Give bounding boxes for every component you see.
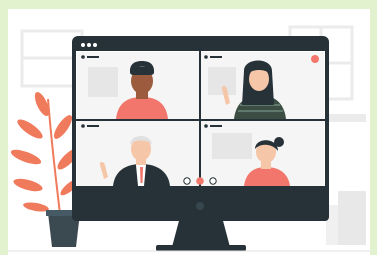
plant-leaves bbox=[10, 92, 80, 212]
record-indicator bbox=[311, 55, 319, 63]
video-tile-bottom-left[interactable] bbox=[77, 121, 199, 186]
window-dots bbox=[81, 43, 97, 47]
window-dot-3 bbox=[93, 43, 97, 47]
illustration-frame bbox=[0, 0, 377, 255]
video-tile-top-right[interactable] bbox=[201, 52, 324, 119]
illustration-canvas bbox=[8, 9, 370, 255]
video-tile-bottom-right[interactable] bbox=[201, 121, 324, 186]
camera-icon[interactable] bbox=[209, 177, 217, 185]
call-controls bbox=[183, 177, 217, 185]
monitor-power-button bbox=[196, 202, 204, 210]
window-dot-2 bbox=[87, 43, 91, 47]
video-tile-top-left[interactable] bbox=[77, 52, 199, 119]
video-conference-illustration bbox=[8, 25, 370, 252]
plant bbox=[10, 92, 82, 247]
window-dot-1 bbox=[81, 43, 85, 47]
hangup-icon[interactable] bbox=[196, 177, 204, 185]
monitor-stand bbox=[156, 217, 246, 251]
bg-books bbox=[338, 191, 366, 245]
mic-icon[interactable] bbox=[183, 177, 191, 185]
plant-stem bbox=[47, 98, 61, 215]
